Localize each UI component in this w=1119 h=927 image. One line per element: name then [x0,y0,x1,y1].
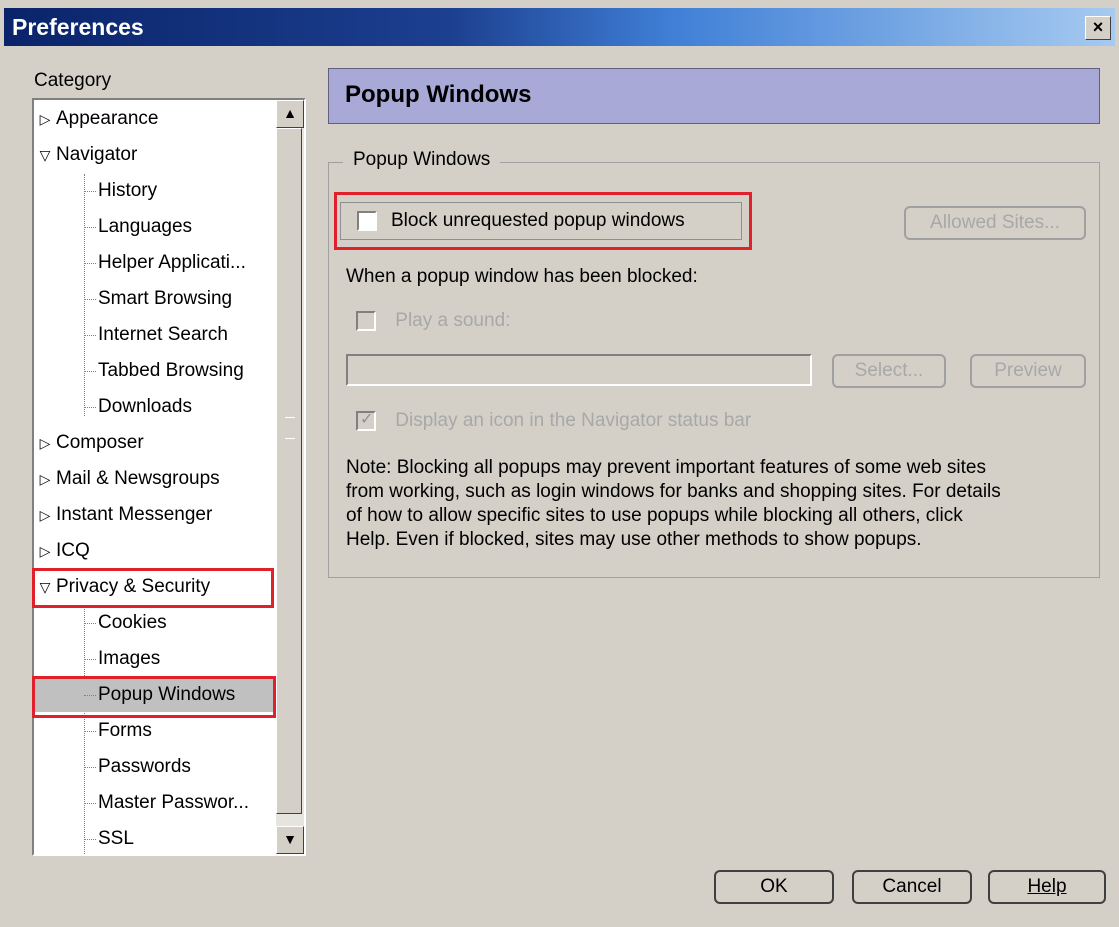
collapsed-triangle-icon[interactable]: ▷ [34,498,56,532]
category-item[interactable]: Images [34,642,304,676]
play-sound-row[interactable]: Play a sound: [356,310,510,332]
category-item-label: ICQ [56,540,90,561]
category-item-label: Composer [56,432,144,453]
category-item-label: Instant Messenger [56,504,213,525]
category-item[interactable]: Cookies [34,606,304,640]
category-item-label: Master Passwor... [98,792,249,813]
title-bar: Preferences × [4,8,1115,46]
category-item-label: Navigator [56,144,138,165]
expanded-triangle-icon[interactable]: ▽ [34,138,56,172]
scroll-grip-icon [285,417,295,439]
status-icon-label: Display an icon in the Navigator status … [395,410,752,431]
category-scrollbar[interactable]: ▲ ▼ [276,100,304,854]
category-item-label: Passwords [98,756,191,777]
category-item[interactable]: Passwords [34,750,304,784]
category-item[interactable]: Helper Applicati... [34,246,304,280]
category-item[interactable]: ▽ Privacy & Security [34,570,278,604]
category-item[interactable]: ▽ Navigator [34,138,278,172]
category-item-label: Mail & Newsgroups [56,468,220,489]
category-item[interactable]: SSL [34,822,304,854]
category-item[interactable]: History [34,174,304,208]
note-line: Help. Even if blocked, sites may use oth… [346,529,922,550]
scroll-down-arrow-icon[interactable]: ▼ [276,826,304,854]
group-legend: Popup Windows [343,149,501,171]
play-sound-label: Play a sound: [395,310,511,331]
play-sound-checkbox[interactable] [356,310,376,331]
preferences-dialog: Preferences × Category ▷ Appearance ▽ Navig… [0,0,1119,927]
select-button[interactable]: Select... [832,354,946,388]
category-item[interactable]: ▷ Appearance [34,102,278,136]
checkmark-icon: ✓ [360,410,374,428]
category-item-label: SSL [98,828,134,849]
collapsed-triangle-icon[interactable]: ▷ [34,462,56,496]
collapsed-triangle-icon[interactable]: ▷ [34,102,56,136]
scroll-thumb[interactable] [276,128,302,814]
category-item-label: Cookies [98,612,167,633]
category-item-label: Internet Search [98,324,228,345]
category-item[interactable]: ▷ Composer [34,426,278,460]
note-line: Note: Blocking all popups may prevent im… [346,457,986,478]
category-item-label: Privacy & Security [56,576,211,597]
category-item[interactable]: Master Passwor... [34,786,304,820]
help-button[interactable]: Help [988,870,1106,904]
category-item-label: Helper Applicati... [98,252,246,273]
note-line: of how to allow specific sites to use po… [346,505,963,526]
category-item-label: Forms [98,720,152,741]
preview-button[interactable]: Preview [970,354,1086,388]
category-item[interactable]: Popup Windows [34,678,304,712]
sound-path-input[interactable] [346,354,812,386]
category-item[interactable]: ▷ Instant Messenger [34,498,278,532]
category-item[interactable]: ▷ ICQ [34,534,278,568]
block-popups-checkbox-row[interactable]: Block unrequested popup windows [340,202,742,240]
block-popups-label: Block unrequested popup windows [391,210,685,231]
popup-note: Note: Blocking all popups may prevent im… [346,456,1086,552]
expanded-triangle-icon[interactable]: ▽ [34,570,56,604]
note-line: from working, such as login windows for … [346,481,1001,502]
category-item[interactable]: Tabbed Browsing [34,354,304,388]
category-item-label: Images [98,648,161,669]
category-item-label: Popup Windows [98,684,236,705]
panel-title: Popup Windows [345,81,532,108]
category-item-label: Smart Browsing [98,288,233,309]
scroll-up-arrow-icon[interactable]: ▲ [276,100,304,128]
category-item-label: History [98,180,158,201]
category-item[interactable]: Smart Browsing [34,282,304,316]
status-icon-row[interactable]: ✓ Display an icon in the Navigator statu… [356,410,751,432]
allowed-sites-button[interactable]: Allowed Sites... [904,206,1086,240]
category-item[interactable]: Forms [34,714,304,748]
close-icon[interactable]: × [1085,16,1111,40]
status-icon-checkbox[interactable]: ✓ [356,410,376,431]
category-item-label: Appearance [56,108,159,129]
category-item[interactable]: Downloads [34,390,304,424]
category-item-label: Tabbed Browsing [98,360,244,381]
category-item[interactable]: Languages [34,210,304,244]
ok-button[interactable]: OK [714,870,834,904]
category-item[interactable]: Internet Search [34,318,304,352]
block-popups-checkbox[interactable] [357,211,377,231]
category-item-label: Languages [98,216,193,237]
when-blocked-label: When a popup window has been blocked: [346,266,698,287]
category-label: Category [34,70,112,91]
category-tree[interactable]: ▷ Appearance ▽ Navigator History Languages Hel… [32,98,306,856]
cancel-button[interactable]: Cancel [852,870,972,904]
category-item[interactable]: ▷ Mail & Newsgroups [34,462,278,496]
collapsed-triangle-icon[interactable]: ▷ [34,426,56,460]
window-title: Preferences [12,14,144,40]
panel-header: Popup Windows [328,68,1100,124]
collapsed-triangle-icon[interactable]: ▷ [34,534,56,568]
category-item-label: Downloads [98,396,192,417]
